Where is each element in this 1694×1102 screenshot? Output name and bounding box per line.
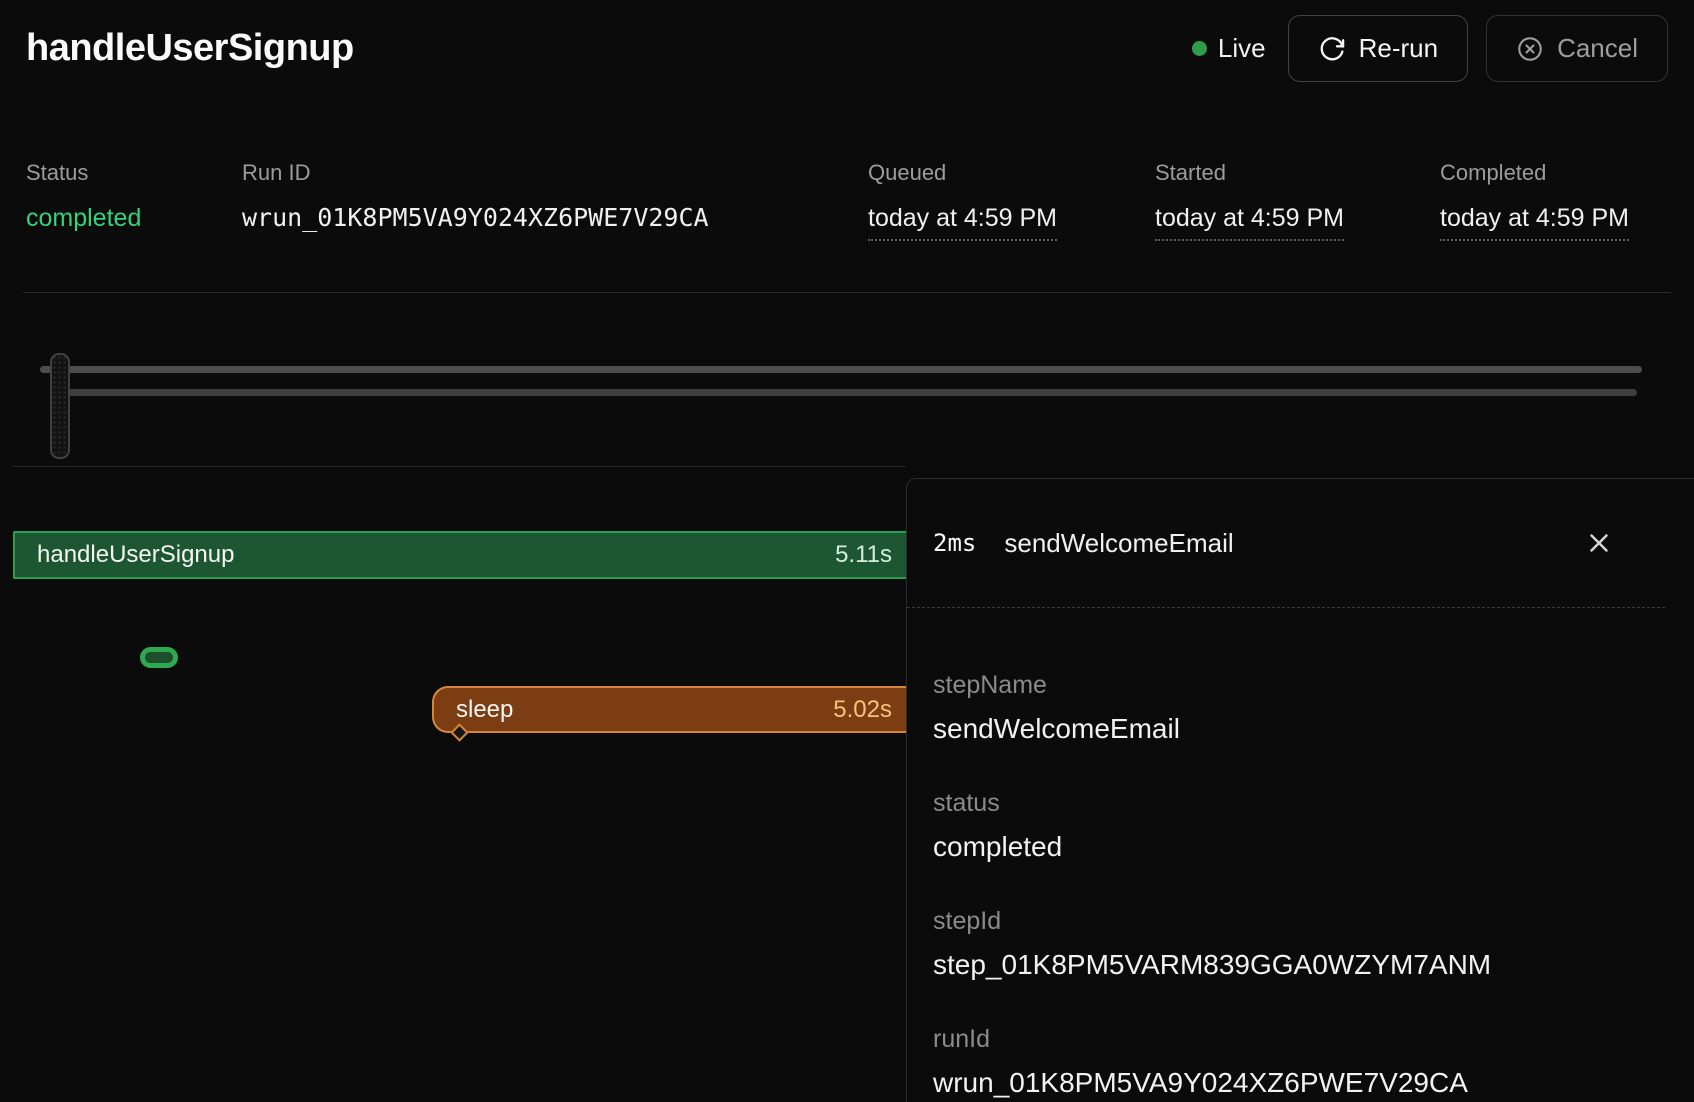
timeline-minimap [0, 292, 1694, 466]
step-duration: 2ms [933, 529, 976, 557]
meta-completed: Completed today at 4:59 PM [1440, 160, 1668, 241]
field-label: runId [933, 1024, 1664, 1054]
minimap-span-line [58, 389, 1637, 396]
cancel-label: Cancel [1557, 33, 1638, 64]
meta-run-id: Run ID wrun_01K8PM5VA9Y024XZ6PWE7V29CA [242, 160, 868, 241]
minimap-brush-handle[interactable] [50, 353, 70, 459]
step-title: sendWelcomeEmail [1004, 528, 1233, 559]
run-metadata: Status completed Run ID wrun_01K8PM5VA9Y… [26, 160, 1668, 241]
span-handleUserSignup[interactable]: handleUserSignup 5.11s [13, 531, 906, 579]
live-label: Live [1218, 33, 1266, 64]
rerun-button[interactable]: Re-run [1288, 15, 1468, 82]
meta-label: Queued [868, 160, 1155, 186]
meta-label: Status [26, 160, 242, 186]
span-sleep[interactable]: sleep 5.02s [432, 686, 906, 733]
panel-fields: stepName sendWelcomeEmail status complet… [907, 608, 1694, 1100]
meta-started: Started today at 4:59 PM [1155, 160, 1440, 241]
waterfall-top-border [13, 466, 906, 467]
span-sendWelcomeEmail-pill[interactable] [140, 647, 178, 668]
x-circle-icon [1516, 35, 1544, 63]
live-indicator[interactable]: Live [1192, 33, 1266, 64]
field-runId: runId wrun_01K8PM5VA9Y024XZ6PWE7V29CA [933, 1024, 1664, 1100]
close-icon[interactable] [1580, 524, 1618, 562]
field-value: wrun_01K8PM5VA9Y024XZ6PWE7V29CA [933, 1066, 1664, 1100]
queued-value: today at 4:59 PM [868, 203, 1057, 241]
meta-status: Status completed [26, 160, 242, 241]
cancel-button[interactable]: Cancel [1486, 15, 1668, 82]
field-stepId: stepId step_01K8PM5VARM839GGA0WZYM7ANM [933, 906, 1664, 982]
span-label: handleUserSignup [15, 541, 234, 569]
rerun-label: Re-run [1359, 33, 1438, 64]
field-label: stepName [933, 670, 1664, 700]
completed-value: today at 4:59 PM [1440, 203, 1629, 241]
status-value: completed [26, 203, 242, 233]
step-detail-panel: 2ms sendWelcomeEmail stepName sendWelcom… [906, 478, 1694, 1102]
meta-queued: Queued today at 4:59 PM [868, 160, 1155, 241]
field-status: status completed [933, 788, 1664, 864]
page-title: handleUserSignup [26, 27, 354, 70]
span-label: sleep [434, 696, 513, 724]
field-value: step_01K8PM5VARM839GGA0WZYM7ANM [933, 948, 1664, 982]
meta-label: Started [1155, 160, 1440, 186]
started-value: today at 4:59 PM [1155, 203, 1344, 241]
run-id-value: wrun_01K8PM5VA9Y024XZ6PWE7V29CA [242, 203, 868, 233]
field-stepName: stepName sendWelcomeEmail [933, 670, 1664, 746]
panel-header: 2ms sendWelcomeEmail [907, 479, 1694, 607]
live-dot-icon [1192, 41, 1207, 56]
header-actions: Live Re-run Cancel [1192, 15, 1668, 82]
meta-label: Completed [1440, 160, 1668, 186]
field-label: stepId [933, 906, 1664, 936]
field-value: completed [933, 830, 1664, 864]
field-label: status [933, 788, 1664, 818]
refresh-icon [1318, 35, 1346, 63]
span-duration: 5.02s [833, 696, 906, 724]
field-value: sendWelcomeEmail [933, 712, 1664, 746]
minimap-span-line [40, 366, 1642, 373]
span-duration: 5.11s [835, 541, 906, 569]
header: handleUserSignup Live Re-run [26, 15, 1668, 82]
meta-label: Run ID [242, 160, 868, 186]
